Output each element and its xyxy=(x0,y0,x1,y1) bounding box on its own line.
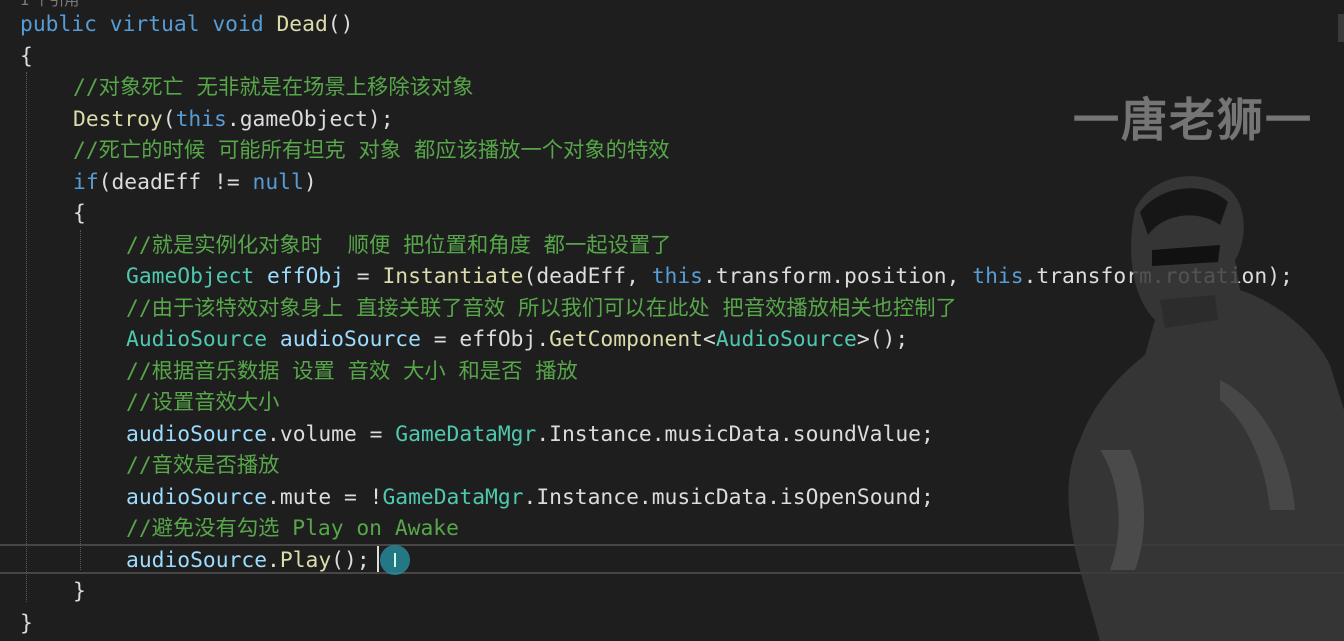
code-token: this xyxy=(175,106,227,132)
code-token: public xyxy=(20,12,97,37)
code-line[interactable]: if(deadEff != null) xyxy=(73,167,317,198)
mouse-cursor-indicator xyxy=(380,545,410,575)
code-token: (deadEff != xyxy=(98,169,253,195)
code-line[interactable]: audioSource.volume = GameDataMgr.Instanc… xyxy=(126,419,934,450)
code-token: GameDataMgr xyxy=(395,421,537,447)
code-line[interactable]: //对象死亡 无非就是在场景上移除该对象 xyxy=(73,72,474,103)
code-line[interactable]: //就是实例化对象时 顺便 把位置和角度 都一起设置了 xyxy=(126,230,671,261)
code-token: if xyxy=(73,169,99,195)
code-line[interactable]: //死亡的时候 可能所有坦克 对象 都应该播放一个对象的特效 xyxy=(73,135,670,166)
code-token: < xyxy=(703,327,716,352)
code-line[interactable]: //避免没有勾选 Play on Awake xyxy=(126,513,459,544)
code-token: (); xyxy=(331,547,370,573)
code-line[interactable]: audioSource.mute = !GameDataMgr.Instance… xyxy=(126,482,934,513)
code-line[interactable]: { xyxy=(20,41,33,72)
code-token: GameDataMgr xyxy=(382,484,524,510)
code-token: (deadEff, xyxy=(523,264,652,289)
code-token: .mute = ! xyxy=(267,484,383,510)
code-line[interactable]: //音效是否播放 xyxy=(126,450,279,481)
code-token: this xyxy=(651,264,704,289)
code-token: //避免没有勾选 Play on Awake xyxy=(126,516,459,541)
code-token: //根据音乐数据 设置 音效 大小 和是否 播放 xyxy=(126,358,578,384)
indent-guide-line xyxy=(80,230,81,570)
code-token: } xyxy=(20,610,33,636)
code-token: audioSource xyxy=(126,484,268,510)
code-token: = effObj. xyxy=(420,327,550,352)
code-token: null xyxy=(252,169,304,195)
code-token: //死亡的时候 可能所有坦克 对象 都应该播放一个对象的特效 xyxy=(73,138,670,163)
code-token: //就是实例化对象时 顺便 把位置和角度 都一起设置了 xyxy=(126,232,672,258)
indent-guide-line xyxy=(26,72,27,602)
code-token: virtual xyxy=(109,12,200,37)
code-token: Dead xyxy=(276,12,328,37)
code-token: this xyxy=(972,264,1024,289)
code-token: .volume = xyxy=(267,421,396,447)
code-token: .Instance.musicData.soundValue; xyxy=(536,421,934,447)
code-token: { xyxy=(73,201,86,226)
code-token: = xyxy=(343,264,383,289)
text-caret xyxy=(377,546,379,572)
code-token: effObj xyxy=(267,264,344,289)
code-token: >(); xyxy=(856,327,909,352)
code-token: //设置音效大小 xyxy=(126,390,280,415)
code-token: //音效是否播放 xyxy=(126,453,280,478)
code-token: Play xyxy=(279,547,332,573)
code-token: .transform.position, xyxy=(703,264,973,289)
code-token: .gameObject); xyxy=(226,106,394,132)
code-token: { xyxy=(20,43,33,69)
code-line[interactable]: } xyxy=(20,608,33,639)
code-line[interactable]: AudioSource audioSource = effObj.GetComp… xyxy=(126,324,908,355)
code-line-current[interactable]: } xyxy=(73,576,86,607)
code-token: audioSource xyxy=(279,327,421,352)
reference-count-codelens[interactable]: 1 个引用 xyxy=(20,0,79,9)
code-token: //对象死亡 无非就是在场景上移除该对象 xyxy=(73,75,474,100)
code-token: .Instance.musicData.isOpenSound; xyxy=(523,484,934,510)
mascot-figure-image xyxy=(1068,176,1344,641)
code-token: audioSource xyxy=(126,547,268,573)
code-line[interactable]: //设置音效大小 xyxy=(126,387,279,418)
code-line[interactable]: { xyxy=(73,198,86,229)
code-line[interactable]: Destroy(this.gameObject); xyxy=(73,104,394,135)
code-token: GetComponent xyxy=(549,327,704,352)
code-token: () xyxy=(327,12,354,37)
code-token: ( xyxy=(162,106,176,132)
code-token: void xyxy=(212,12,264,37)
code-line[interactable]: //由于该特效对象身上 直接关联了音效 所以我们可以在此处 把音效播放相关也控制… xyxy=(126,293,957,324)
code-token: GameObject xyxy=(126,264,255,289)
code-token: Instantiate xyxy=(382,264,524,289)
watermark-logo: 一唐老狮一 xyxy=(1073,93,1313,147)
code-token: audioSource xyxy=(126,421,268,447)
scrollbar-thumb[interactable] xyxy=(1338,14,1344,42)
code-token: } xyxy=(73,579,86,604)
code-line[interactable]: audioSource.Play(); xyxy=(126,545,370,576)
code-token: //由于该特效对象身上 直接关联了音效 所以我们可以在此处 把音效播放相关也控制… xyxy=(126,295,957,321)
code-token: AudioSource xyxy=(715,327,857,352)
code-line[interactable]: public virtual void Dead() xyxy=(20,9,353,40)
code-token: AudioSource xyxy=(126,327,268,352)
code-line[interactable]: //根据音乐数据 设置 音效 大小 和是否 播放 xyxy=(126,356,578,387)
code-token: ) xyxy=(303,169,317,195)
code-token: Destroy xyxy=(73,106,163,132)
code-token: . xyxy=(267,547,280,573)
